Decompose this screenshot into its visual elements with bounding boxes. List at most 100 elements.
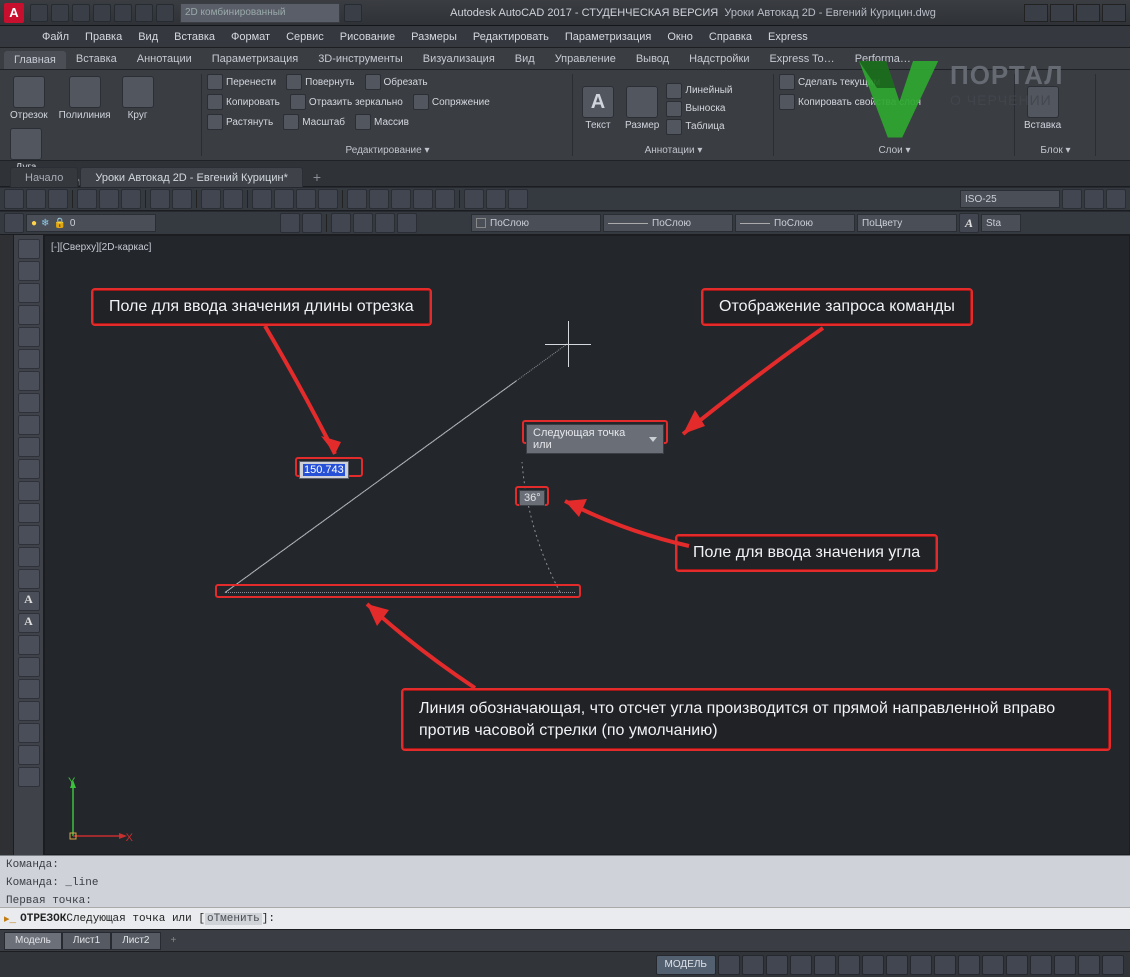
layer-state4-icon[interactable] bbox=[397, 213, 417, 233]
menu-draw[interactable]: Рисование bbox=[332, 31, 403, 43]
tab-home[interactable]: Главная bbox=[4, 51, 66, 69]
vt-mod2-icon[interactable] bbox=[18, 745, 40, 765]
dim-new-icon[interactable] bbox=[1084, 189, 1104, 209]
match-layer-button[interactable]: Копировать свойства слоя bbox=[779, 94, 921, 110]
vt-insert-icon[interactable] bbox=[18, 701, 40, 721]
workspace-dropdown[interactable]: 2D комбинированный bbox=[180, 3, 340, 23]
tool-new-icon[interactable] bbox=[4, 189, 24, 209]
app-logo-icon[interactable]: A bbox=[4, 3, 24, 23]
menu-tools[interactable]: Сервис bbox=[278, 31, 332, 43]
tool-cut-icon[interactable] bbox=[77, 189, 97, 209]
status-anno-icon[interactable] bbox=[1006, 955, 1028, 975]
panel-block-title[interactable]: Блок ▾ bbox=[1020, 143, 1091, 156]
status-dyn-icon[interactable] bbox=[862, 955, 884, 975]
vt-mod3-icon[interactable] bbox=[18, 767, 40, 787]
scale-button[interactable]: Масштаб bbox=[283, 114, 345, 130]
vt-ray-icon[interactable] bbox=[18, 283, 40, 303]
status-otrack-icon[interactable] bbox=[838, 955, 860, 975]
dim-diameter-icon[interactable] bbox=[413, 189, 433, 209]
drawing-area[interactable]: [-][Сверху][2D-каркас] 150.743 36° Следу… bbox=[44, 235, 1130, 855]
status-lw-icon[interactable] bbox=[886, 955, 908, 975]
tab-3dtools[interactable]: 3D-инструменты bbox=[308, 50, 413, 68]
plotstyle-dropdown[interactable]: ПоЦвету bbox=[857, 214, 957, 232]
save-icon[interactable] bbox=[72, 4, 90, 22]
menu-edit[interactable]: Правка bbox=[77, 31, 130, 43]
menu-file[interactable]: Файл bbox=[34, 31, 77, 43]
vt-xline-icon[interactable] bbox=[18, 261, 40, 281]
rotate-button[interactable]: Повернуть bbox=[286, 74, 354, 90]
vt-gradient-icon[interactable] bbox=[18, 525, 40, 545]
tab-parametric[interactable]: Параметризация bbox=[202, 50, 308, 68]
tab-start[interactable]: Начало bbox=[10, 167, 78, 187]
tool-paste-icon[interactable] bbox=[121, 189, 141, 209]
color-dropdown[interactable]: ПоСлою bbox=[471, 214, 601, 232]
dim-edit-icon[interactable] bbox=[1106, 189, 1126, 209]
help-icon[interactable] bbox=[1024, 4, 1048, 22]
command-line[interactable]: ▸_ ОТРЕЗОК Следующая точка или [ оТменит… bbox=[0, 907, 1130, 929]
vt-arc-icon[interactable] bbox=[18, 371, 40, 391]
line-button[interactable]: Отрезок bbox=[6, 74, 52, 123]
dim-update-icon[interactable] bbox=[1062, 189, 1082, 209]
menu-insert[interactable]: Вставка bbox=[166, 31, 223, 43]
new-icon[interactable] bbox=[30, 4, 48, 22]
tab-sheet2[interactable]: Лист2 bbox=[111, 932, 160, 950]
menu-param[interactable]: Параметризация bbox=[557, 31, 659, 43]
menu-help[interactable]: Справка bbox=[701, 31, 760, 43]
status-snap-icon[interactable] bbox=[742, 955, 764, 975]
status-clean-icon[interactable] bbox=[1078, 955, 1100, 975]
status-iso-icon[interactable] bbox=[982, 955, 1004, 975]
vt-block-icon[interactable] bbox=[18, 679, 40, 699]
angle-input[interactable]: 36° bbox=[519, 490, 545, 506]
circle-button[interactable]: Круг bbox=[118, 74, 158, 123]
status-ortho-icon[interactable] bbox=[766, 955, 788, 975]
open-icon[interactable] bbox=[51, 4, 69, 22]
polyline-button[interactable]: Полилиния bbox=[55, 74, 115, 123]
vt-spline-icon[interactable] bbox=[18, 437, 40, 457]
copy-button[interactable]: Копировать bbox=[207, 94, 280, 110]
text-style-dropdown[interactable]: Sta bbox=[981, 214, 1021, 232]
tab-performance[interactable]: Performa… bbox=[845, 50, 921, 68]
text-button[interactable]: AТекст bbox=[578, 84, 618, 133]
fillet-button[interactable]: Сопряжение bbox=[413, 94, 490, 110]
chevron-down-icon[interactable] bbox=[649, 437, 657, 442]
table-button[interactable]: Таблица bbox=[666, 119, 732, 135]
panel-annotation-title[interactable]: Аннотации ▾ bbox=[578, 143, 769, 156]
tab-sheet1[interactable]: Лист1 bbox=[62, 932, 111, 950]
status-cycle-icon[interactable] bbox=[934, 955, 956, 975]
vt-ellipsearc-icon[interactable] bbox=[18, 481, 40, 501]
vt-ellipse-icon[interactable] bbox=[18, 459, 40, 479]
tab-visualize[interactable]: Визуализация bbox=[413, 50, 505, 68]
tool-zoom-icon[interactable] bbox=[223, 189, 243, 209]
dimstyle-dropdown[interactable]: ISO-25 bbox=[960, 190, 1060, 208]
array-button[interactable]: Массив bbox=[355, 114, 409, 130]
tool-pan-icon[interactable] bbox=[201, 189, 221, 209]
dim-linear-icon[interactable] bbox=[347, 189, 367, 209]
undo-icon[interactable] bbox=[135, 4, 153, 22]
tab-annotate[interactable]: Аннотации bbox=[127, 50, 202, 68]
menu-window[interactable]: Окно bbox=[659, 31, 701, 43]
vt-leader-icon[interactable] bbox=[18, 657, 40, 677]
restore-icon[interactable] bbox=[1076, 4, 1100, 22]
vt-text-icon[interactable]: A bbox=[18, 591, 40, 611]
lineweight-dropdown[interactable]: ПоСлою bbox=[735, 214, 855, 232]
vt-mtext-icon[interactable]: A bbox=[18, 613, 40, 633]
dim-base-icon[interactable] bbox=[486, 189, 506, 209]
status-workspace-icon[interactable] bbox=[1030, 955, 1052, 975]
layer-iso-icon[interactable] bbox=[280, 213, 300, 233]
make-current-button[interactable]: Сделать текущим bbox=[779, 74, 880, 90]
mirror-button[interactable]: Отразить зеркально bbox=[290, 94, 403, 110]
tool-copy-icon[interactable] bbox=[99, 189, 119, 209]
layer-prev-icon[interactable] bbox=[302, 213, 322, 233]
status-grid-icon[interactable] bbox=[718, 955, 740, 975]
linear-button[interactable]: Линейный bbox=[666, 83, 732, 99]
status-transparency-icon[interactable] bbox=[910, 955, 932, 975]
dim-cont-icon[interactable] bbox=[508, 189, 528, 209]
close-icon[interactable] bbox=[1102, 4, 1126, 22]
tab-insert[interactable]: Вставка bbox=[66, 50, 127, 68]
minimize-icon[interactable] bbox=[1050, 4, 1074, 22]
leader-button[interactable]: Выноска bbox=[666, 101, 732, 117]
layer-state3-icon[interactable] bbox=[375, 213, 395, 233]
vt-polygon-icon[interactable] bbox=[18, 327, 40, 347]
tab-view[interactable]: Вид bbox=[505, 50, 545, 68]
status-osnap-icon[interactable] bbox=[814, 955, 836, 975]
